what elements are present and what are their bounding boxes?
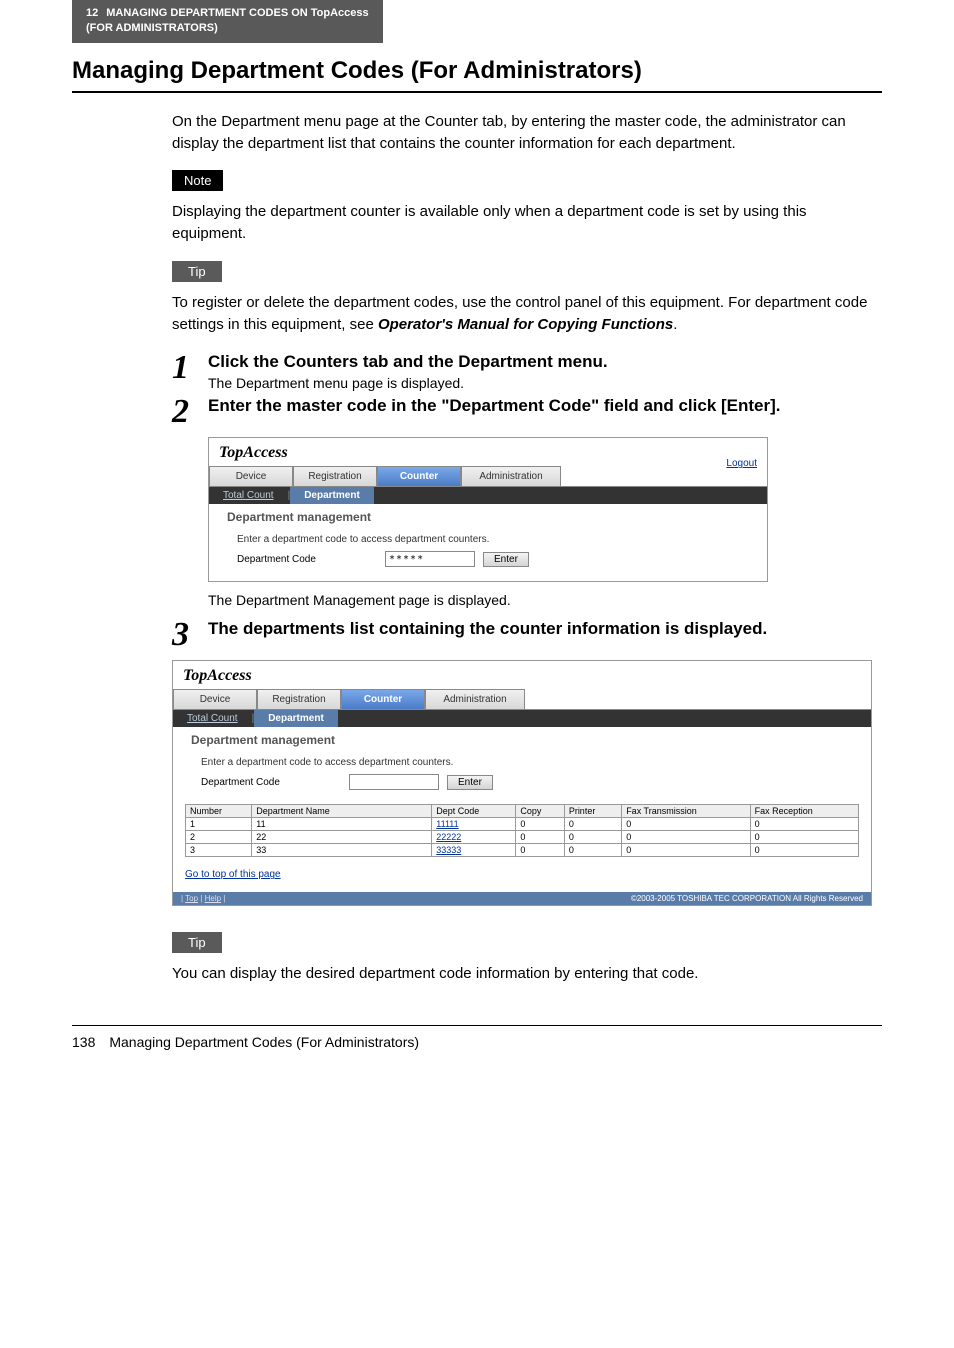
tip2-label: Tip [172, 932, 222, 953]
tip-label: Tip [172, 261, 222, 282]
footer-top-link[interactable]: Top [185, 894, 198, 903]
step-1-number: 1 [172, 351, 208, 385]
footer-help-link[interactable]: Help [205, 894, 221, 903]
screenshot-1: TopAccess Logout Device Registration Cou… [208, 437, 768, 582]
dept-code-form: Department Code Enter [209, 549, 767, 581]
footer-copyright: ©2003-2005 TOSHIBA TEC CORPORATION All R… [631, 894, 863, 903]
dept-code-form-2: Department Code Enter [173, 772, 871, 804]
page-title: Managing Department Codes (For Administr… [72, 57, 954, 85]
tab-device[interactable]: Device [209, 466, 293, 486]
step-1: 1 Click the Counters tab and the Departm… [172, 351, 882, 391]
enter-button-2[interactable]: Enter [447, 775, 493, 790]
dept-code-input-2[interactable] [349, 774, 439, 790]
subtab-total-count[interactable]: Total Count [209, 487, 288, 504]
tab-administration-2[interactable]: Administration [425, 689, 525, 709]
form-instruction: Enter a department code to access depart… [209, 526, 767, 549]
step-2-title: Enter the master code in the "Department… [208, 395, 882, 417]
go-to-top-link[interactable]: Go to top of this page [173, 865, 293, 892]
th-copy: Copy [516, 805, 564, 818]
tab-counter-2[interactable]: Counter [341, 689, 425, 709]
chapter-breadcrumb: 12 MANAGING DEPARTMENT CODES ON TopAccess… [72, 0, 383, 43]
intro-paragraph: On the Department menu page at the Count… [172, 111, 882, 155]
page-number: 138 [72, 1034, 95, 1050]
main-tabs-2: Device Registration Counter Administrati… [173, 689, 871, 710]
table-row: 2 22 22222 0 0 0 0 [186, 831, 859, 844]
step-3-number: 3 [172, 618, 208, 652]
chapter-title-line2: (FOR ADMINISTRATORS) [86, 22, 218, 34]
step-1-title: Click the Counters tab and the Departmen… [208, 351, 882, 373]
tab-administration[interactable]: Administration [461, 466, 561, 486]
table-header-row: Number Department Name Dept Code Copy Pr… [186, 805, 859, 818]
dept-code-link[interactable]: 33333 [436, 845, 461, 855]
tip2-text: You can display the desired department c… [172, 963, 882, 985]
subtab-department[interactable]: Department [290, 487, 374, 504]
dept-code-label: Department Code [237, 554, 377, 565]
th-dept-code: Dept Code [432, 805, 516, 818]
dept-code-label-2: Department Code [201, 777, 341, 788]
tip1-bold: Operator's Manual for Copying Functions [378, 316, 673, 333]
sub-tabs: Total Count | Department [209, 487, 767, 504]
section-title: Department management [209, 504, 767, 526]
th-number: Number [186, 805, 252, 818]
dept-code-link[interactable]: 22222 [436, 832, 461, 842]
table-row: 1 11 11111 0 0 0 0 [186, 818, 859, 831]
step-2-number: 2 [172, 395, 208, 429]
subtab-department-2[interactable]: Department [254, 710, 338, 727]
app-logo: TopAccess [209, 438, 298, 466]
screenshot-2: TopAccess Device Registration Counter Ad… [172, 660, 872, 906]
step-2-result: The Department Management page is displa… [208, 592, 882, 608]
footer-links: | Top | Help | [181, 894, 225, 903]
table-row: 3 33 33333 0 0 0 0 [186, 844, 859, 857]
step-3-title: The departments list containing the coun… [208, 618, 882, 640]
heading-rule [72, 91, 882, 93]
tab-device-2[interactable]: Device [173, 689, 257, 709]
th-fax-recep: Fax Reception [750, 805, 858, 818]
footer-title: Managing Department Codes (For Administr… [109, 1034, 419, 1050]
note-label: Note [172, 170, 223, 191]
subtab-total-count-2[interactable]: Total Count [173, 710, 252, 727]
sub-tabs-2: Total Count | Department [173, 710, 871, 727]
dept-code-input[interactable] [385, 551, 475, 567]
form-instruction-2: Enter a department code to access depart… [173, 749, 871, 772]
step-2: 2 Enter the master code in the "Departme… [172, 395, 882, 429]
step-3: 3 The departments list containing the co… [172, 618, 882, 652]
tip1-text: To register or delete the department cod… [172, 292, 882, 336]
department-table: Number Department Name Dept Code Copy Pr… [185, 804, 859, 857]
th-printer: Printer [564, 805, 621, 818]
page-footer: 138 Managing Department Codes (For Admini… [72, 1025, 882, 1050]
step-1-sub: The Department menu page is displayed. [208, 375, 882, 391]
logout-link[interactable]: Logout [726, 458, 757, 469]
tab-counter[interactable]: Counter [377, 466, 461, 486]
screenshot-footer: | Top | Help | ©2003-2005 TOSHIBA TEC CO… [173, 892, 871, 905]
enter-button[interactable]: Enter [483, 552, 529, 567]
app-logo-2: TopAccess [173, 661, 262, 689]
tab-registration-2[interactable]: Registration [257, 689, 341, 709]
note-text: Displaying the department counter is ava… [172, 201, 882, 245]
th-dept-name: Department Name [252, 805, 432, 818]
dept-code-link[interactable]: 11111 [436, 819, 458, 829]
th-fax-trans: Fax Transmission [622, 805, 750, 818]
tip1-post: . [673, 316, 677, 333]
chapter-number: 12 [86, 6, 98, 21]
chapter-title-line1: MANAGING DEPARTMENT CODES ON TopAccess [106, 7, 368, 19]
main-tabs: Device Registration Counter Administrati… [209, 466, 767, 487]
section-title-2: Department management [173, 727, 871, 749]
tab-registration[interactable]: Registration [293, 466, 377, 486]
